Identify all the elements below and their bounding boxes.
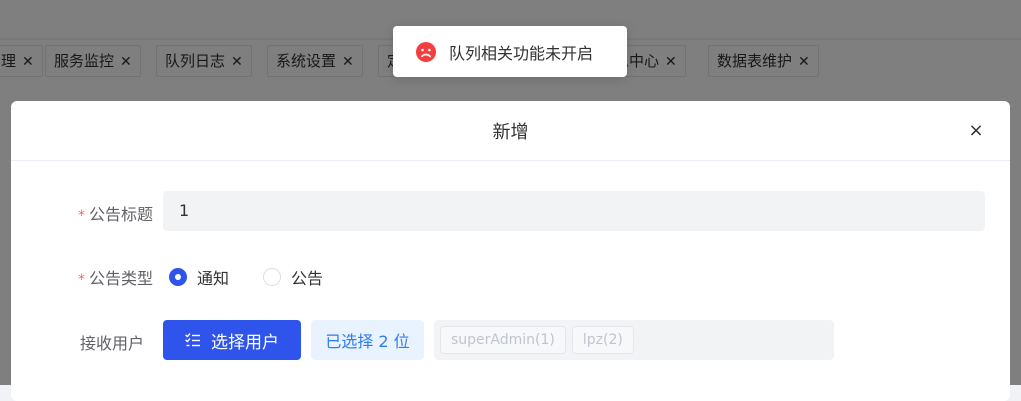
sad-face-icon: [416, 41, 436, 62]
select-users-button[interactable]: 选择用户: [163, 320, 301, 360]
checklist-icon: [185, 333, 200, 347]
select-users-label: 选择用户: [211, 332, 279, 353]
selected-count-badge: 已选择 2 位: [311, 320, 424, 360]
error-toast: 队列相关功能未开启: [393, 26, 627, 77]
radio-notification[interactable]: 通知: [169, 265, 229, 289]
radio-label: 通知: [197, 269, 230, 288]
dialog-title: 新增: [492, 122, 529, 143]
dialog-header: 新增 ×: [11, 101, 1010, 161]
required-asterisk: *: [77, 208, 85, 224]
add-notice-dialog: 新增 × *公告标题 *公告类型 通知 公告 接收用户 选择用户 已选择 2 位…: [11, 101, 1010, 401]
user-tag: lpz(2): [571, 326, 634, 354]
radio-checked-icon[interactable]: [169, 268, 187, 286]
selected-users-box: superAdmin(1) lpz(2): [434, 320, 834, 360]
user-tag: superAdmin(1): [440, 326, 566, 354]
notice-type-label: * 公告类型: [77, 269, 153, 288]
radio-unchecked-icon[interactable]: [263, 268, 281, 286]
radio-label: 公告: [291, 269, 324, 288]
notice-title-label: * 公告标题: [77, 205, 153, 224]
toast-message: 队列相关功能未开启: [449, 43, 594, 63]
required-asterisk: *: [77, 272, 85, 288]
receivers-label: 接收用户: [79, 334, 144, 353]
close-icon[interactable]: ×: [966, 121, 986, 141]
notice-title-input[interactable]: [163, 191, 985, 231]
radio-announcement[interactable]: 公告: [263, 265, 323, 289]
